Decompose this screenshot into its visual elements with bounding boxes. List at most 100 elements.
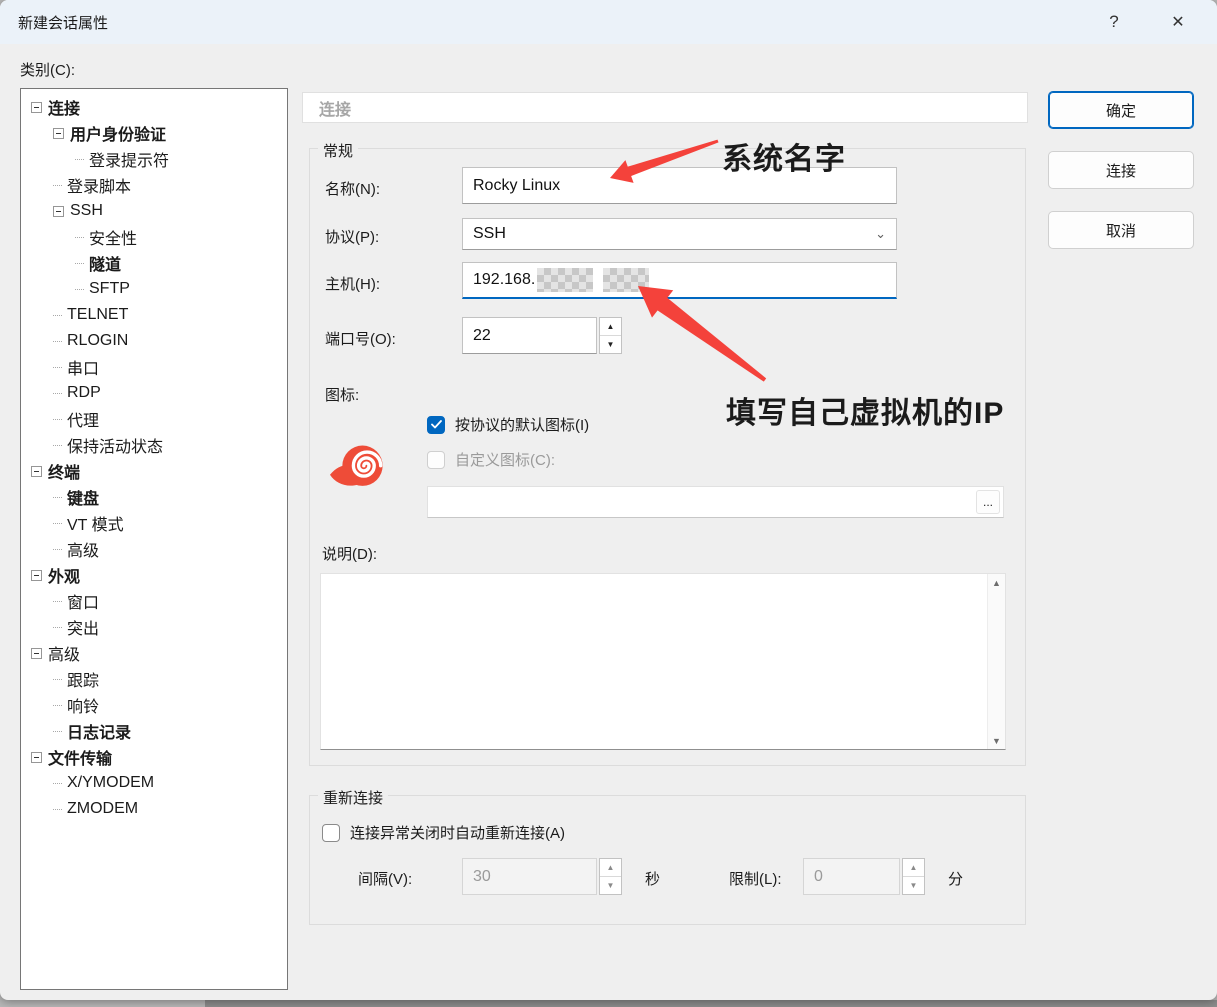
tree-item-5[interactable]: 安全性 (21, 224, 287, 250)
custom-icon-checkbox-row[interactable]: 自定义图标(C): (427, 449, 555, 470)
browse-button[interactable]: ... (976, 490, 1000, 514)
custom-icon-path-input[interactable]: ... (427, 486, 1004, 518)
tree-item-22[interactable]: 跟踪 (21, 666, 287, 692)
tree-item-label: 隧道 (89, 251, 121, 275)
limit-input[interactable]: 0 (803, 858, 900, 895)
spinner-up-icon[interactable]: ▲ (600, 859, 621, 877)
tree-item-21[interactable]: 高级 (21, 640, 287, 666)
tree-connector (53, 367, 62, 368)
collapse-icon[interactable] (53, 206, 64, 217)
host-input[interactable]: 192.168. (462, 262, 897, 299)
tree-connector (53, 445, 62, 446)
name-value: Rocky Linux (473, 177, 560, 195)
tree-item-14[interactable]: 终端 (21, 458, 287, 484)
port-input[interactable]: 22 (462, 317, 597, 354)
connect-button[interactable]: 连接 (1048, 151, 1194, 189)
tree-item-4[interactable]: SSH (21, 198, 287, 224)
description-scrollbar[interactable]: ▲ ▼ (987, 574, 1005, 749)
tree-item-label: 保持活动状态 (67, 433, 163, 457)
custom-icon-checkbox[interactable] (427, 451, 445, 469)
general-group-title: 常规 (318, 140, 358, 161)
default-icon-checkbox-row[interactable]: 按协议的默认图标(I) (427, 414, 589, 435)
default-icon-checkbox[interactable] (427, 416, 445, 434)
tree-item-27[interactable]: ZMODEM (21, 796, 287, 822)
tree-item-24[interactable]: 日志记录 (21, 718, 287, 744)
chevron-down-icon: ⌄ (875, 226, 886, 242)
tree-item-13[interactable]: 保持活动状态 (21, 432, 287, 458)
tree-connector (75, 159, 84, 160)
tree-item-6[interactable]: 隧道 (21, 250, 287, 276)
spinner-up-icon[interactable]: ▲ (600, 318, 621, 336)
tree-item-16[interactable]: VT 模式 (21, 510, 287, 536)
default-icon-checkbox-label: 按协议的默认图标(I) (455, 414, 589, 435)
tree-item-0[interactable]: 连接 (21, 94, 287, 120)
tree-connector (53, 549, 62, 550)
tree-item-17[interactable]: 高级 (21, 536, 287, 562)
description-label: 说明(D): (322, 543, 377, 564)
name-label: 名称(N): (325, 178, 380, 199)
tree-item-label: VT 模式 (67, 511, 124, 535)
tree-connector (53, 809, 62, 810)
auto-reconnect-checkbox-row[interactable]: 连接异常关闭时自动重新连接(A) (322, 822, 565, 843)
collapse-icon[interactable] (31, 466, 42, 477)
tree-item-8[interactable]: TELNET (21, 302, 287, 328)
collapse-icon[interactable] (31, 102, 42, 113)
ok-button[interactable]: 确定 (1048, 91, 1194, 129)
tree-connector (53, 679, 62, 680)
tree-connector (53, 419, 62, 420)
background-band (205, 1000, 1217, 1007)
tree-connector (75, 263, 84, 264)
tree-item-10[interactable]: 串口 (21, 354, 287, 380)
tree-item-1[interactable]: 用户身份验证 (21, 120, 287, 146)
help-button[interactable]: ? (1091, 0, 1137, 44)
tree-item-26[interactable]: X/YMODEM (21, 770, 287, 796)
tree-item-20[interactable]: 突出 (21, 614, 287, 640)
tree-item-15[interactable]: 键盘 (21, 484, 287, 510)
auto-reconnect-checkbox[interactable] (322, 824, 340, 842)
collapse-icon[interactable] (31, 648, 42, 659)
tree-item-label: ZMODEM (67, 800, 138, 818)
spinner-down-icon[interactable]: ▼ (600, 877, 621, 894)
tree-connector (53, 185, 62, 186)
tree-item-label: 日志记录 (67, 719, 131, 743)
cancel-button[interactable]: 取消 (1048, 211, 1194, 249)
description-textarea[interactable]: ▲ ▼ (320, 573, 1006, 750)
scroll-down-icon[interactable]: ▼ (988, 732, 1005, 749)
protocol-select[interactable]: SSH ⌄ (462, 218, 897, 250)
collapse-icon[interactable] (31, 570, 42, 581)
page-header: 连接 (302, 92, 1028, 123)
tree-item-9[interactable]: RLOGIN (21, 328, 287, 354)
tree-connector (53, 341, 62, 342)
tree-item-11[interactable]: RDP (21, 380, 287, 406)
xshell-session-icon (324, 441, 388, 493)
tree-item-2[interactable]: 登录提示符 (21, 146, 287, 172)
tree-item-25[interactable]: 文件传输 (21, 744, 287, 770)
spinner-down-icon[interactable]: ▼ (600, 336, 621, 353)
port-spinner[interactable]: ▲ ▼ (599, 317, 622, 354)
tree-item-label: TELNET (67, 306, 128, 324)
port-value: 22 (473, 327, 491, 345)
collapse-icon[interactable] (53, 128, 64, 139)
interval-input[interactable]: 30 (462, 858, 597, 895)
tree-item-19[interactable]: 窗口 (21, 588, 287, 614)
tree-item-7[interactable]: SFTP (21, 276, 287, 302)
tree-item-label: 高级 (67, 537, 99, 561)
censored-ip-block (537, 268, 593, 292)
spinner-up-icon[interactable]: ▲ (903, 859, 924, 877)
tree-item-12[interactable]: 代理 (21, 406, 287, 432)
scroll-up-icon[interactable]: ▲ (988, 574, 1005, 591)
icon-label: 图标: (325, 384, 359, 405)
limit-spinner[interactable]: ▲ ▼ (902, 858, 925, 895)
host-value: 192.168. (473, 271, 535, 289)
tree-item-23[interactable]: 响铃 (21, 692, 287, 718)
tree-item-label: 跟踪 (67, 667, 99, 691)
spinner-down-icon[interactable]: ▼ (903, 877, 924, 894)
tree-item-18[interactable]: 外观 (21, 562, 287, 588)
protocol-label: 协议(P): (325, 226, 379, 247)
tree-item-3[interactable]: 登录脚本 (21, 172, 287, 198)
interval-spinner[interactable]: ▲ ▼ (599, 858, 622, 895)
category-label: 类别(C): (20, 59, 75, 80)
close-button[interactable]: ✕ (1155, 0, 1201, 44)
collapse-icon[interactable] (31, 752, 42, 763)
tree-connector (53, 601, 62, 602)
